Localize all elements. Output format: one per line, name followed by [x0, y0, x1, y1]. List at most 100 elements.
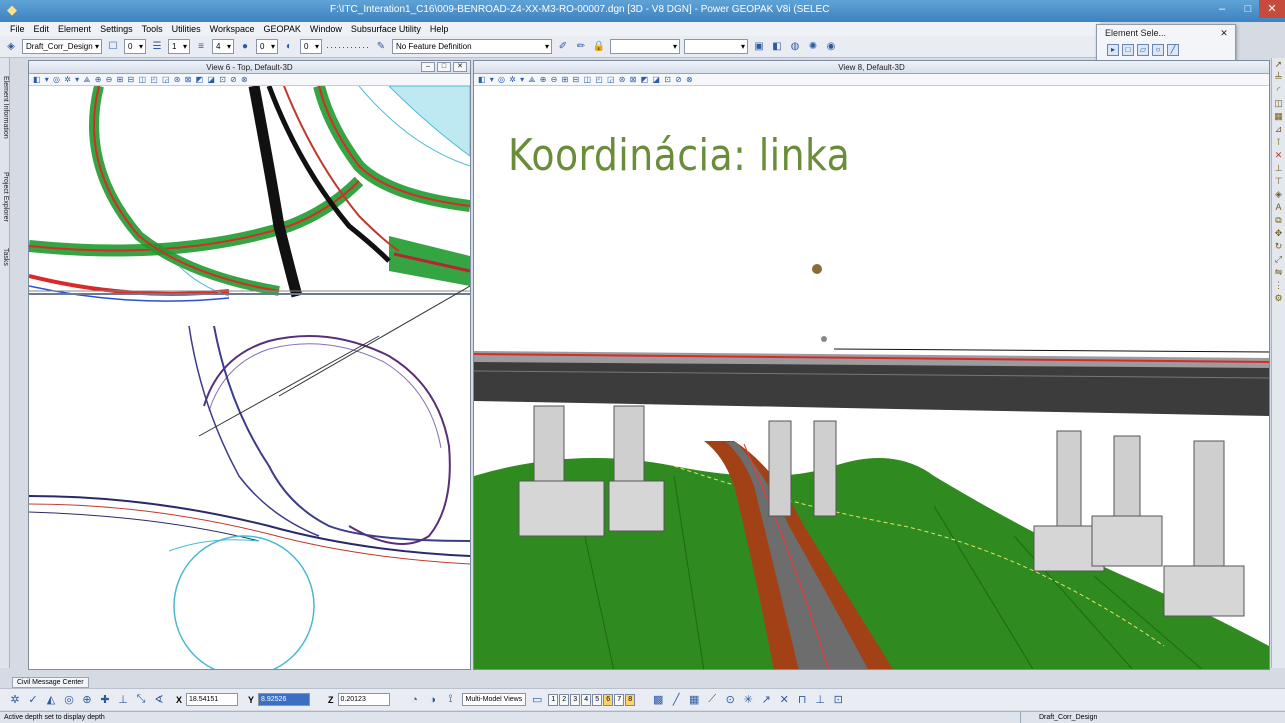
view-8-toolbar[interactable]: ◧ ▾ ◎ ✲ ▾ ⟁ ⊕ ⊖ ⊞ ⊟ ◫ ◰ ◲ ⊛ ⊠ ◩ ◪ ⊡ ⊘ ⊗	[474, 74, 1269, 86]
view-6-window[interactable]: View 6 - Top, Default-3D – □ ✕ ◧ ▾ ◎ ✲ ▾…	[28, 60, 471, 670]
arrow-icon[interactable]: ↗	[759, 693, 773, 706]
settings-gear-icon[interactable]: ✲	[8, 693, 22, 706]
target-icon[interactable]: ⊙	[723, 693, 737, 706]
level-select[interactable]: 0	[124, 39, 146, 54]
select-circle-icon[interactable]: ○	[1152, 44, 1164, 56]
tool-dimension-icon[interactable]: ⊤	[1272, 175, 1285, 188]
view-5-button[interactable]: 5	[592, 693, 603, 706]
model-icon[interactable]: ◈	[4, 40, 18, 54]
minimize-button[interactable]: –	[1209, 0, 1235, 18]
x-coordinate-field[interactable]: 18.54151	[186, 693, 239, 706]
view-rotation-icon[interactable]: ◔	[408, 694, 422, 706]
tool-mirror-icon[interactable]: ⇋	[1272, 266, 1285, 279]
view-8-button[interactable]: 8	[625, 693, 636, 706]
tool-shape-icon[interactable]: ◫	[1272, 97, 1285, 110]
tab-project-explorer[interactable]: Project Explorer	[0, 162, 10, 232]
menu-edit[interactable]: Edit	[34, 22, 50, 36]
status-active-model[interactable]: Draft_Corr_Design	[1020, 712, 1120, 723]
toolbar-blank-select-1[interactable]	[609, 39, 680, 54]
tool-scale-icon[interactable]: ⤢	[1272, 253, 1285, 266]
circle-snap-icon[interactable]: ◎	[62, 693, 76, 706]
color-select[interactable]: 0	[256, 39, 278, 54]
menu-utilities[interactable]: Utilities	[172, 22, 201, 36]
view-3-button[interactable]: 3	[570, 693, 581, 706]
rendering-icon[interactable]: ◍	[788, 40, 802, 54]
cross-icon[interactable]: ✕	[777, 693, 791, 706]
paint-icon[interactable]: ✐	[556, 40, 570, 54]
pencil-icon[interactable]: ✏	[574, 40, 588, 54]
tool-rotate-icon[interactable]: ↻	[1272, 240, 1285, 253]
perpendicular-snap-icon[interactable]: ⊥	[116, 693, 130, 706]
view-6-canvas[interactable]	[29, 86, 470, 669]
toolbar-blank-select-2[interactable]	[683, 39, 748, 54]
select-line-icon[interactable]: ╱	[1167, 44, 1179, 56]
feature-definition-select[interactable]: No Feature Definition	[391, 39, 552, 54]
tool-measure-icon[interactable]: ⊥	[1272, 162, 1285, 175]
tangent-snap-icon[interactable]: ∢	[152, 693, 166, 706]
tool-fence-icon[interactable]: ▦	[1272, 110, 1285, 123]
tool-text-icon[interactable]: A	[1272, 201, 1285, 214]
view-groups-icon[interactable]: ▭	[530, 693, 544, 706]
view-depth-icon[interactable]: ⟟	[444, 693, 458, 706]
lights-icon[interactable]: ✺	[806, 40, 820, 54]
window-area-icon[interactable]: ⊡	[831, 693, 845, 706]
line-style-select[interactable]: 1	[168, 39, 190, 54]
tool-array-icon[interactable]: ⋮	[1272, 279, 1285, 292]
tool-modify-icon[interactable]: ⊿	[1272, 123, 1285, 136]
menu-help[interactable]: Help	[430, 22, 449, 36]
menu-element[interactable]: Element	[58, 22, 91, 36]
tool-line-icon[interactable]: ╧	[1272, 71, 1285, 84]
view-7-button[interactable]: 7	[614, 693, 625, 706]
tool-delete-icon[interactable]: ✕	[1272, 149, 1285, 162]
select-block-icon[interactable]: □	[1122, 44, 1134, 56]
tab-tasks[interactable]: Tasks	[0, 242, 10, 272]
profile-icon[interactable]: ⊓	[795, 693, 809, 706]
transparency-select[interactable]: 0	[300, 39, 322, 54]
display-style-icon[interactable]: ◧	[770, 40, 784, 54]
tool-trim-icon[interactable]: ⊺	[1272, 136, 1285, 149]
close-button[interactable]: ✕	[1259, 0, 1285, 18]
view-6-toolbar[interactable]: ◧ ▾ ◎ ✲ ▾ ⟁ ⊕ ⊖ ⊞ ⊟ ◫ ◰ ◲ ⊛ ⊠ ◩ ◪ ⊡ ⊘ ⊗	[29, 74, 470, 86]
tool-copy-icon[interactable]: ⧉	[1272, 214, 1285, 227]
view-6-close-button[interactable]: ✕	[453, 62, 467, 72]
view-6-button[interactable]: 6	[603, 693, 614, 706]
view-6-minimize-button[interactable]: –	[421, 62, 435, 72]
tool-select-icon[interactable]: ➚	[1272, 58, 1285, 71]
curve-icon[interactable]: ⟋	[705, 693, 719, 706]
select-shape-icon[interactable]: ▱	[1137, 44, 1149, 56]
multi-model-views-select[interactable]: Multi-Model Views	[461, 693, 527, 706]
center-snap-icon[interactable]: ⊕	[80, 693, 94, 706]
select-arrow-icon[interactable]: ▸	[1107, 44, 1119, 56]
menu-file[interactable]: File	[10, 22, 25, 36]
element-selection-close-icon[interactable]: ✕	[1217, 25, 1231, 41]
view-attributes-icon[interactable]: ▣	[752, 40, 766, 54]
tool-move-icon[interactable]: ✥	[1272, 227, 1285, 240]
view-rotation-2-icon[interactable]: ◑	[426, 694, 440, 706]
view-1-button[interactable]: 1	[548, 693, 559, 706]
nearest-snap-icon[interactable]: ⤡	[134, 693, 148, 706]
menu-workspace[interactable]: Workspace	[210, 22, 255, 36]
grid-icon[interactable]: ▦	[687, 693, 701, 706]
intersection-snap-icon[interactable]: ✚	[98, 693, 112, 706]
lock-icon[interactable]: 🔒	[592, 40, 606, 54]
menu-settings[interactable]: Settings	[100, 22, 133, 36]
y-coordinate-field[interactable]: 8.92526	[258, 693, 311, 706]
sun-icon[interactable]: ✳	[741, 693, 755, 706]
keypoint-snap-icon[interactable]: ◭	[44, 693, 58, 706]
maximize-button[interactable]: □	[1235, 0, 1261, 18]
camera-icon[interactable]: ◉	[824, 40, 838, 54]
tool-arc-icon[interactable]: ◜	[1272, 84, 1285, 97]
z-coordinate-field[interactable]: 0.20123	[337, 693, 390, 706]
menu-geopak[interactable]: GEOPAK	[263, 22, 300, 36]
line-style-dots-icon[interactable]: ···········	[326, 42, 370, 52]
view-2-button[interactable]: 2	[559, 693, 570, 706]
rendering-tools-icon[interactable]: ▩	[651, 693, 665, 706]
active-model-select[interactable]: Draft_Corr_Design	[22, 39, 102, 54]
civil-message-center-tab[interactable]: Civil Message Center	[12, 677, 89, 688]
menu-window[interactable]: Window	[310, 22, 342, 36]
view-4-button[interactable]: 4	[581, 693, 592, 706]
baseline-icon[interactable]: ⊥	[813, 693, 827, 706]
tab-element-information[interactable]: Element Information	[0, 62, 10, 152]
view-6-restore-button[interactable]: □	[437, 62, 451, 72]
line-weight-select[interactable]: 4	[212, 39, 234, 54]
